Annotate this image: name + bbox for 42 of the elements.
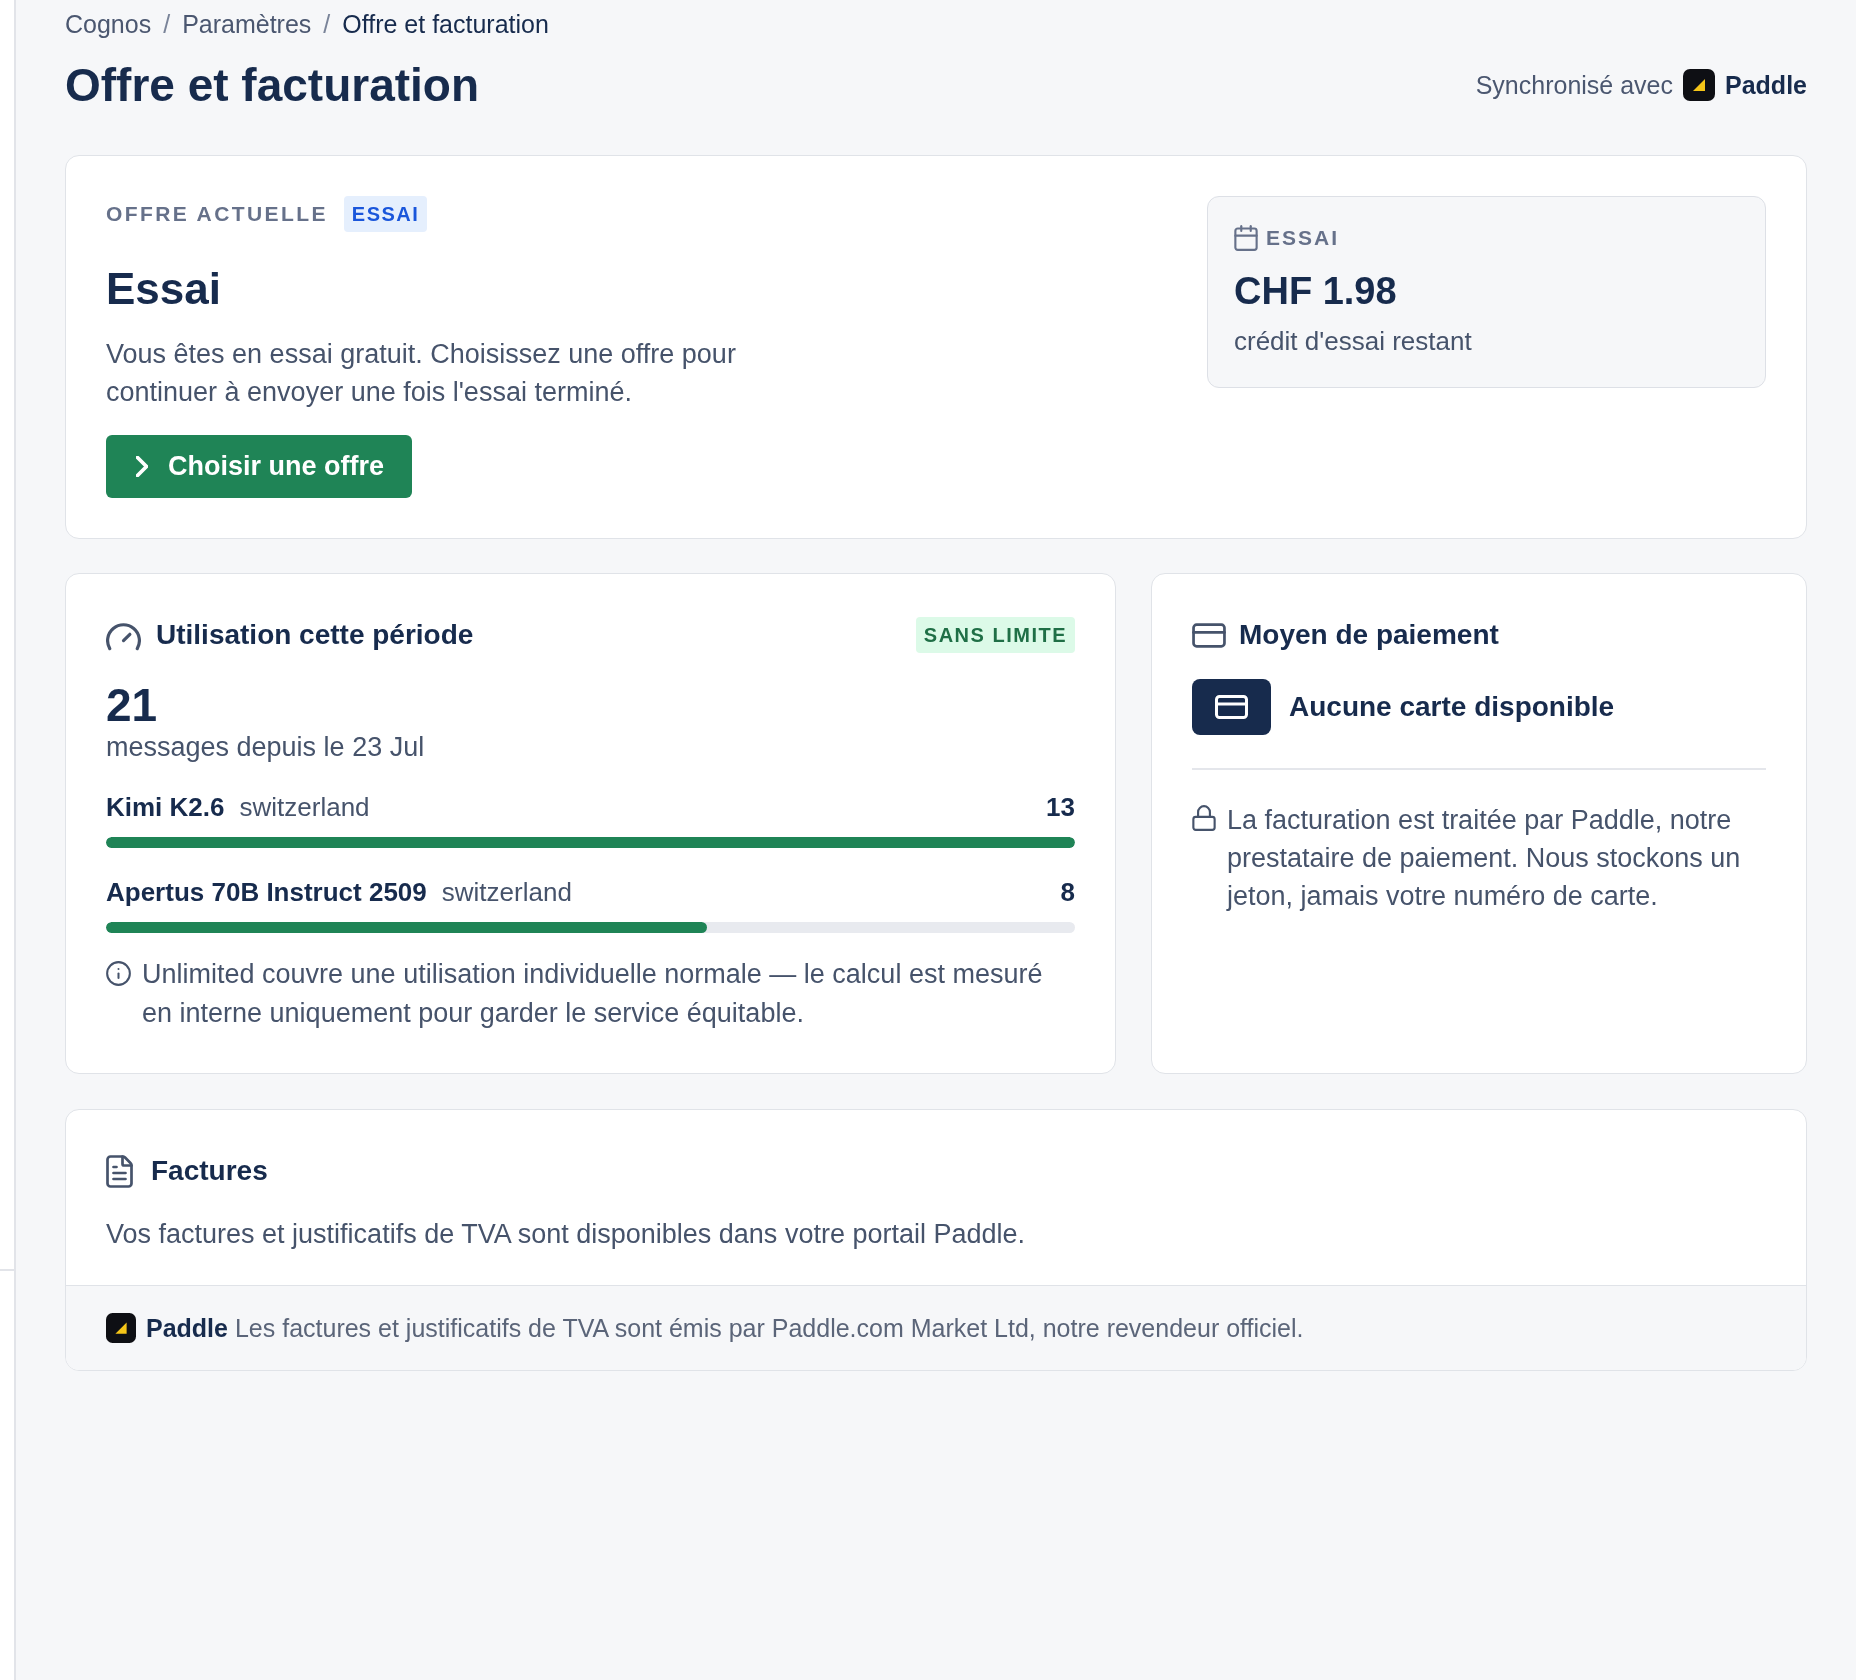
region-label: switzerland [441, 876, 572, 909]
logo-icon [106, 1313, 136, 1343]
lock-icon [1192, 805, 1216, 831]
region-label: switzerland [239, 791, 370, 824]
usage-note: Unlimited couvre une utilisation individuelle normale — le calcul est mesuré en interne uniquement pour garder le service équitable. [142, 958, 1044, 1030]
credit-amount: CHF 1.98 [1234, 269, 1398, 314]
card-title: Factures [151, 1154, 268, 1188]
unlimited-badge: SANS LIMITE [915, 617, 1075, 653]
model-count: 13 [1046, 791, 1075, 824]
credit-label: ESSAI [1266, 226, 1340, 250]
section-label: OFFRE ACTUELLE [106, 202, 328, 226]
sync-label: Synchronisé avec [1475, 70, 1673, 101]
payment-note: La facturation est traitée par Paddle, notre prestataire de paiement. Nous stockons un jeton, jamais votre numéro de carte. [1227, 804, 1742, 913]
count-caption: messages depuis le 23 Jul [106, 731, 426, 763]
credit-card-icon [1192, 622, 1226, 648]
breadcrumb-separator: / [323, 9, 331, 39]
breadcrumb-link[interactable]: Paramètres [182, 9, 312, 39]
model-name: Apertus 70B Instruct 2509 [106, 876, 427, 909]
document-icon [106, 1154, 133, 1188]
choose-plan-button[interactable]: Choisir une offre [106, 435, 412, 498]
credit-caption: crédit d'essai restant [1234, 325, 1473, 358]
page-title: Offre et facturation [65, 60, 480, 110]
logo-icon [1683, 69, 1715, 101]
plan-badge: ESSAI [343, 196, 428, 232]
info-icon [106, 961, 131, 986]
breadcrumb-link[interactable]: Cognos [65, 9, 152, 39]
breadcrumb-separator: / [163, 9, 171, 39]
plan-description: Vous êtes en essai gratuit. Choisissez une offre pour continuer à envoyer une fois l'essai terminé. [106, 338, 737, 409]
model-count: 8 [1060, 876, 1075, 909]
model-name: Kimi K2.6 [106, 791, 225, 824]
message-count: 21 [106, 679, 159, 731]
invoices-text: Vos factures et justificatifs de TVA sont disponibles dans votre portail Paddle. [106, 1218, 1026, 1251]
card-title: Utilisation cette période [156, 618, 474, 652]
chevron-right-icon [136, 456, 148, 477]
payment-status: Aucune carte disponible [1289, 691, 1615, 723]
credit-card-icon [1192, 679, 1271, 735]
breadcrumb-link[interactable]: Offre et facturation [342, 9, 549, 39]
provider-name: Paddle [1725, 70, 1807, 101]
card-title: Moyen de paiement [1239, 618, 1499, 652]
plan-name: Essai [106, 263, 221, 315]
footer-text: Paddle Les factures et justificatifs de TVA sont émis par Paddle.com Market Ltd, notre revendeur officiel. [146, 1313, 1304, 1344]
calendar-icon [1234, 225, 1258, 251]
